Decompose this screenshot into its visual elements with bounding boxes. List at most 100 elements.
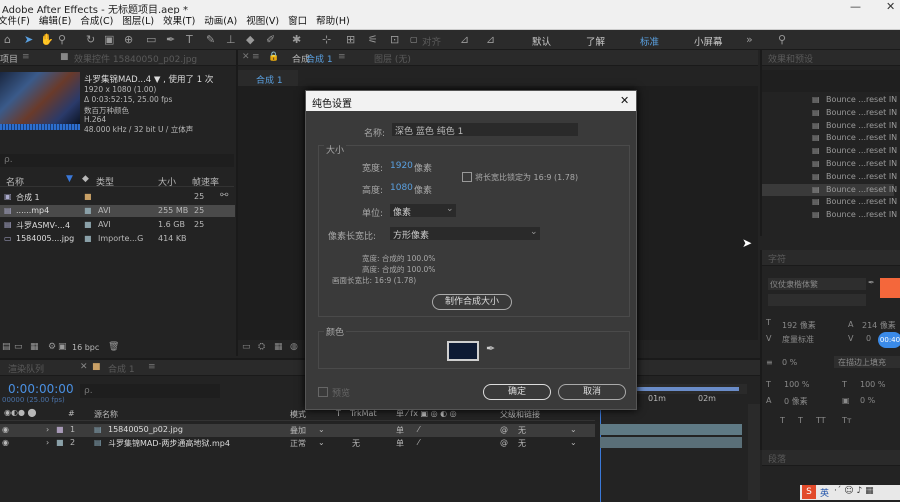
snapshot-icon[interactable]: ◍ — [290, 342, 298, 352]
parent-pickwhip-icon[interactable]: @ — [500, 438, 508, 447]
menu-item-4[interactable]: 效果(T) — [163, 14, 195, 29]
roto-brush-tool-icon[interactable]: ✐ — [266, 33, 275, 46]
shy-switch-icon[interactable]: 单 — [396, 425, 404, 436]
minimize-button[interactable]: — — [850, 0, 861, 13]
make-comp-size-button[interactable]: 制作合成大小 — [432, 294, 512, 310]
menu-item-8[interactable]: 帮助(H) — [316, 14, 350, 29]
search-help-icon[interactable]: ⚲ — [778, 33, 786, 46]
preview-checkbox[interactable] — [318, 387, 328, 397]
project-tab[interactable]: 项目 — [0, 52, 18, 65]
project-item[interactable]: ▤ 斗罗ASMV-...4 ■ AVI 1.6 GB 25 — [0, 219, 235, 231]
puppet-tool-icon[interactable]: ✱ — [292, 33, 301, 46]
home-icon[interactable]: ⌂ — [4, 33, 11, 46]
expand-arrow-icon[interactable]: › — [46, 425, 49, 434]
layer-trkmat[interactable]: 无 — [352, 438, 360, 449]
small-caps-button[interactable]: Tт — [842, 416, 852, 425]
effect-preset-item[interactable]: ▤ Bounce ...reset IN — [762, 196, 897, 208]
visibility-eye-icon[interactable]: ◉ — [2, 438, 9, 447]
snapping-checkbox[interactable]: ▢ — [410, 35, 418, 44]
col-source-name[interactable]: 源名称 — [94, 409, 118, 420]
project-item[interactable]: ▣ 合成 1 ■ 25 — [0, 191, 235, 203]
world-axis-icon[interactable]: ⊞ — [346, 33, 355, 46]
font-size-value[interactable]: 192 像素 — [782, 320, 816, 331]
comp-subtab[interactable]: 合成 1 — [256, 73, 283, 86]
menu-item-2[interactable]: 合成(C) — [80, 14, 113, 29]
workspace-learn[interactable]: 了解 — [586, 34, 605, 48]
all-caps-button[interactable]: TT — [816, 416, 826, 425]
item-label-color[interactable]: ■ — [84, 220, 92, 229]
quality-switch-icon[interactable]: ⁄ — [418, 425, 419, 434]
visibility-eye-icon[interactable]: ◉ — [2, 425, 9, 434]
close-window-button[interactable]: ✕ — [886, 0, 895, 13]
comp-panel-close-icon[interactable]: ✕ — [242, 52, 250, 62]
ime-mode[interactable]: 英 — [820, 486, 829, 499]
mode-chevron-icon[interactable]: ⌄ — [318, 425, 325, 434]
sort-arrow-icon[interactable]: ▼ — [66, 174, 73, 184]
col-fps[interactable]: 帧速率 — [192, 175, 219, 188]
rotate-tool-icon[interactable]: ↻ — [86, 33, 95, 46]
trash-icon[interactable]: 🗑 — [108, 342, 119, 352]
expand-arrow-icon[interactable]: › — [46, 438, 49, 447]
timeline-comp-tab[interactable]: 合成 1 — [108, 362, 135, 375]
eyedropper-icon[interactable]: ✒ — [868, 278, 875, 287]
menu-item-5[interactable]: 动画(A) — [204, 14, 237, 29]
dialog-close-button[interactable]: ✕ — [620, 94, 629, 107]
effect-preset-item[interactable]: ▤ Bounce ...reset IN — [762, 145, 897, 157]
workspace-standard[interactable]: 标准 — [640, 34, 659, 48]
color-depth-icon[interactable]: ▣ — [58, 342, 67, 352]
project-item[interactable]: ▭ 1584005....jpg ■ Importe...G 414 KB — [0, 233, 235, 245]
ime-logo-icon[interactable]: S — [802, 485, 816, 499]
preview-toggle-icon[interactable]: ⛭ — [258, 342, 265, 352]
new-folder-icon[interactable]: ▭ — [14, 342, 23, 352]
font-style-select[interactable] — [768, 294, 866, 306]
comp-tab-menu-icon[interactable]: ≡ — [338, 52, 346, 62]
timeline-search-input[interactable]: ρ. — [80, 384, 220, 398]
shy-switch-icon[interactable]: 单 — [396, 438, 404, 449]
baseline-value[interactable]: 0 像素 — [784, 396, 808, 407]
effect-controls-tab[interactable]: 效果控件 15840050_p02.jpg — [74, 52, 197, 65]
leading-value[interactable]: 214 像素 — [862, 320, 896, 331]
menu-item-3[interactable]: 图层(L) — [122, 14, 154, 29]
layer-2-bar[interactable] — [600, 437, 742, 448]
col-trkmat[interactable]: TrkMat — [350, 409, 377, 418]
character-title[interactable]: 字符 — [768, 252, 786, 265]
menu-item-7[interactable]: 窗口 — [288, 14, 307, 29]
effect-preset-item[interactable]: ▤ Bounce ...reset IN — [762, 132, 897, 144]
pan-behind-tool-icon[interactable]: ⊕ — [124, 33, 133, 46]
layer-1-bar[interactable] — [600, 424, 742, 435]
selection-tool-icon[interactable]: ➤ — [24, 33, 33, 46]
current-timecode[interactable]: 0:00:00:00 — [8, 382, 74, 396]
hand-tool-icon[interactable]: ✋ — [40, 33, 54, 46]
type-tool-icon[interactable]: T — [186, 33, 193, 46]
menu-item-1[interactable]: 编辑(E) — [39, 14, 71, 29]
tracking-value[interactable]: 0 — [866, 334, 871, 343]
item-label-color[interactable]: ■ — [84, 234, 92, 243]
effects-search-area[interactable] — [762, 70, 900, 92]
snapping-icon[interactable]: ⊡ — [390, 33, 399, 46]
layer-row[interactable]: ◉ › ■ 2 ▤ 斗罗集锦MAD-两步通高地狱.mp4 正常 ⌄ 无 单 ⁄ @ 无 ⌄ — [0, 437, 595, 450]
always-preview-icon[interactable]: ▭ — [242, 342, 251, 352]
layer-row[interactable]: ◉ › ■ 1 ▤ 15840050_p02.jpg 叠加 ⌄ 单 ⁄ @ 无 ⌄ — [0, 424, 595, 437]
eraser-tool-icon[interactable]: ◆ — [246, 33, 254, 46]
timeline-close-icon[interactable]: ✕ — [80, 362, 88, 372]
effect-preset-item[interactable]: ▤ Bounce ...reset IN — [762, 171, 897, 183]
effect-preset-item[interactable]: ▤ Bounce ...reset IN — [762, 183, 897, 196]
lock-aspect-checkbox[interactable] — [462, 172, 472, 182]
kerning-value[interactable]: 度量标准 — [782, 334, 814, 345]
workspace-menu-icon[interactable]: » — [746, 33, 753, 46]
effect-preset-item[interactable]: ▤ Bounce ...reset IN — [762, 120, 897, 132]
stroke-width-value[interactable]: 0 % — [782, 358, 797, 367]
mode-chevron-icon[interactable]: ⌄ — [318, 438, 325, 447]
workspace-default[interactable]: 默认 — [532, 34, 551, 48]
axis-icon[interactable]: ⊹ — [322, 33, 331, 46]
name-input[interactable]: 深色 蓝色 纯色 1 — [392, 123, 578, 137]
layer-parent[interactable]: 无 — [518, 438, 526, 449]
project-settings-icon[interactable]: ⚙ — [48, 342, 56, 352]
tsume-value[interactable]: 0 % — [860, 396, 875, 405]
faux-italic-button[interactable]: T — [798, 416, 803, 425]
mask-tool-icon[interactable]: ▭ — [146, 33, 156, 46]
panel-menu-icon[interactable]: ≡ — [22, 52, 30, 62]
effect-preset-item[interactable]: ▤ Bounce ...reset IN — [762, 158, 897, 170]
layer-mode[interactable]: 叠加 — [290, 425, 306, 436]
layer-mode[interactable]: 正常 — [290, 438, 306, 449]
